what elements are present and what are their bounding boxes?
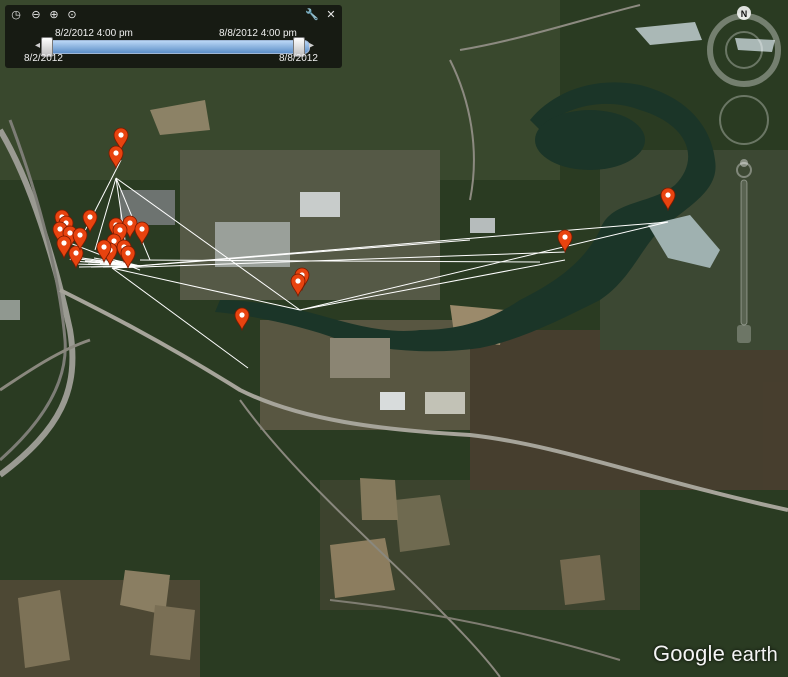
- step-forward-icon[interactable]: ▸: [309, 40, 314, 51]
- range-start-date: 8/2/2012: [24, 53, 63, 64]
- satellite-imagery[interactable]: [0, 0, 788, 677]
- zoom-slider[interactable]: [736, 162, 752, 343]
- zoom-out-time-icon[interactable]: ⊖: [29, 8, 43, 22]
- compass-north-icon[interactable]: N: [737, 6, 751, 20]
- svg-text:N: N: [741, 9, 748, 19]
- navigation-controls: N: [707, 6, 781, 343]
- start-time-label: 8/2/2012 4:00 pm: [55, 28, 133, 39]
- time-range-track[interactable]: [43, 40, 310, 54]
- zoom-in-time-icon[interactable]: ⊕: [47, 8, 61, 22]
- close-icon[interactable]: ✕: [324, 8, 338, 22]
- step-back-icon[interactable]: ◂: [35, 40, 40, 51]
- logo-main: Google: [652, 641, 726, 666]
- move-joystick[interactable]: [719, 95, 769, 145]
- clock-icon[interactable]: ◷: [9, 8, 23, 22]
- google-earth-logo: Google earth: [653, 641, 778, 667]
- range-end-date: 8/8/2012: [279, 53, 318, 64]
- time-slider-panel: ◷ ⊖ ⊕ ⊙ 🔧 ✕ 8/2/2012 4:00 pm 8/8/2012 4:…: [5, 5, 342, 68]
- end-time-label: 8/8/2012 4:00 pm: [219, 28, 297, 39]
- person-icon[interactable]: [740, 159, 748, 167]
- logo-sub: earth: [731, 644, 778, 666]
- settings-wrench-icon[interactable]: 🔧: [305, 8, 319, 22]
- play-icon[interactable]: ⊙: [65, 8, 79, 22]
- map-viewport[interactable]: ◷ ⊖ ⊕ ⊙ 🔧 ✕ 8/2/2012 4:00 pm 8/8/2012 4:…: [0, 0, 788, 677]
- look-joystick[interactable]: [707, 13, 781, 87]
